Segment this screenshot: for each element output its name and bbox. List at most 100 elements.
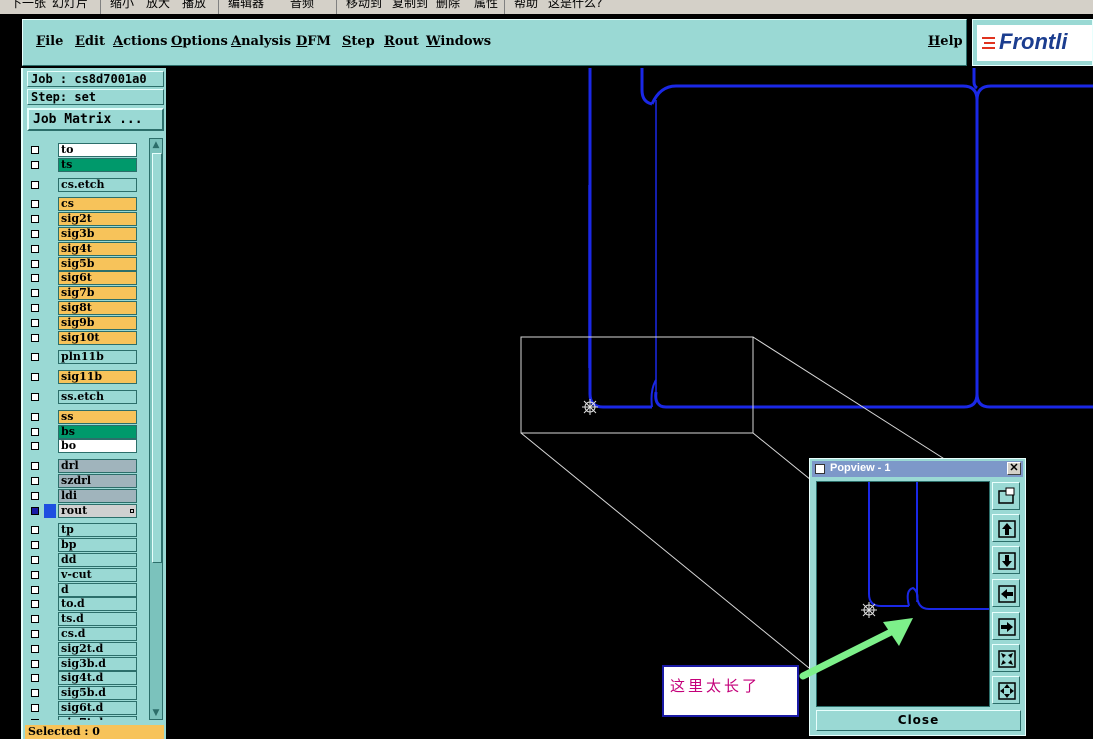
layer-row[interactable]: sig7b — [26, 286, 139, 301]
layer-row[interactable]: cs.etch — [26, 177, 139, 192]
menu-edit[interactable]: Edit — [75, 34, 105, 49]
layer-row[interactable]: sig2t.d — [26, 641, 139, 656]
layer-checkbox[interactable] — [31, 373, 39, 382]
menu-file[interactable]: File — [36, 34, 63, 49]
layer-name[interactable]: pln11b — [58, 350, 137, 365]
layer-checkbox[interactable] — [31, 180, 39, 189]
layer-row[interactable]: cs.d — [26, 627, 139, 641]
layer-name[interactable]: sig8t — [58, 301, 137, 315]
viewer-toolbar-item[interactable]: 删除 — [436, 0, 460, 11]
layer-checkbox[interactable] — [31, 585, 39, 594]
popview-titlebar[interactable]: Popview - 1 ✕ — [812, 461, 1023, 477]
layer-affected-marker[interactable] — [44, 503, 56, 518]
menu-step[interactable]: Step — [342, 34, 375, 49]
layer-row[interactable]: sig3b — [26, 227, 139, 241]
layer-row[interactable]: rout — [26, 503, 139, 518]
layer-name[interactable]: sig2t — [58, 212, 137, 227]
layer-name[interactable]: sig4t — [58, 241, 137, 256]
viewer-toolbar-item[interactable]: 这是什么? — [548, 0, 602, 11]
layer-checkbox[interactable] — [31, 541, 39, 550]
layer-name[interactable]: cs.etch — [58, 177, 137, 192]
layer-row[interactable]: ss — [26, 409, 139, 424]
layer-checkbox[interactable] — [31, 304, 39, 312]
zoom-fit-button[interactable] — [992, 676, 1020, 704]
layer-checkbox[interactable] — [31, 200, 39, 209]
layer-row[interactable]: pln11b — [26, 350, 139, 365]
layer-row[interactable]: bo — [26, 439, 139, 454]
layer-row[interactable]: ss.etch — [26, 390, 139, 404]
viewer-toolbar-item[interactable]: 放大 — [146, 0, 170, 11]
layer-checkbox[interactable] — [31, 704, 39, 712]
layer-row[interactable]: v-cut — [26, 567, 139, 582]
viewer-toolbar-item[interactable]: 移动到 — [346, 0, 382, 11]
layer-checkbox[interactable] — [31, 333, 39, 342]
layer-name[interactable]: szdrl — [58, 474, 137, 488]
pan-up-button[interactable] — [992, 514, 1020, 542]
layer-row[interactable]: sig3b.d — [26, 656, 139, 671]
layer-checkbox[interactable] — [31, 674, 39, 683]
layer-name[interactable]: sig7t.d — [58, 715, 137, 720]
layer-name[interactable]: sig4t.d — [58, 671, 137, 686]
layer-checkbox[interactable] — [31, 259, 39, 268]
layer-name[interactable]: sig9b — [58, 315, 137, 330]
viewer-toolbar-item[interactable]: 复制到 — [392, 0, 428, 11]
layer-row[interactable]: ts — [26, 157, 139, 172]
layer-row[interactable]: sig11b — [26, 370, 139, 385]
layer-name[interactable]: tp — [58, 523, 137, 538]
layer-name[interactable]: rout — [58, 503, 137, 518]
layer-checkbox[interactable] — [31, 506, 39, 515]
popview-close-button[interactable]: Close — [816, 710, 1021, 731]
layer-checkbox[interactable] — [31, 718, 39, 720]
layer-row[interactable]: dd — [26, 553, 139, 567]
layer-name[interactable]: ldi — [58, 488, 137, 503]
scroll-down-arrow-icon[interactable]: ▼ — [151, 707, 161, 719]
scroll-up-arrow-icon[interactable]: ▲ — [151, 139, 161, 151]
menu-analysis[interactable]: Analysis — [231, 34, 291, 49]
layer-name[interactable]: sig10t — [58, 330, 137, 345]
pan-left-button[interactable] — [992, 579, 1020, 607]
layer-row[interactable]: sig6t — [26, 271, 139, 286]
job-matrix-button[interactable]: Job Matrix ... — [27, 108, 164, 131]
pan-down-button[interactable] — [992, 546, 1020, 574]
layer-name[interactable]: ss.etch — [58, 390, 137, 404]
layer-row[interactable]: sig8t — [26, 301, 139, 315]
layer-row[interactable]: cs — [26, 197, 139, 212]
layer-checkbox[interactable] — [31, 274, 39, 283]
layer-row[interactable]: sig7t.d — [26, 715, 139, 720]
layer-checkbox[interactable] — [31, 146, 39, 154]
close-icon[interactable]: ✕ — [1007, 462, 1021, 475]
layer-checkbox[interactable] — [31, 477, 39, 485]
layer-row[interactable]: sig9b — [26, 315, 139, 330]
layer-checkbox[interactable] — [31, 462, 39, 471]
layer-name[interactable]: sig5b.d — [58, 686, 137, 701]
layer-name[interactable]: ts — [58, 157, 137, 172]
layer-name[interactable]: bo — [58, 439, 137, 454]
layer-name[interactable]: sig6t — [58, 271, 137, 286]
layer-row[interactable]: sig4t.d — [26, 671, 139, 686]
layer-checkbox[interactable] — [31, 491, 39, 500]
menu-help[interactable]: Help — [928, 34, 963, 49]
layer-name[interactable]: ts.d — [58, 612, 137, 627]
menu-dfm[interactable]: DFM — [296, 34, 331, 49]
layer-row[interactable]: bs — [26, 424, 139, 439]
viewer-toolbar-item[interactable]: 音频 — [290, 0, 314, 11]
layer-checkbox[interactable] — [31, 659, 39, 668]
viewer-toolbar-item[interactable]: 编辑器 — [228, 0, 264, 11]
layer-name[interactable]: sig5b — [58, 256, 137, 271]
scroll-thumb[interactable] — [152, 153, 162, 563]
layer-name[interactable]: sig2t.d — [58, 641, 137, 656]
layer-checkbox[interactable] — [31, 244, 39, 253]
viewer-toolbar-item[interactable]: 下一张 — [10, 0, 46, 11]
layer-name[interactable]: to.d — [58, 597, 137, 612]
layer-row[interactable]: sig4t — [26, 241, 139, 256]
layer-checkbox[interactable] — [31, 644, 39, 653]
layer-checkbox[interactable] — [31, 556, 39, 564]
layer-name[interactable]: sig3b — [58, 227, 137, 241]
layer-name[interactable]: cs.d — [58, 627, 137, 641]
layer-row[interactable]: sig5b — [26, 256, 139, 271]
viewer-toolbar-item[interactable]: 帮助 — [514, 0, 538, 11]
layer-row[interactable]: szdrl — [26, 474, 139, 488]
menu-rout[interactable]: Rout — [384, 34, 419, 49]
layer-row[interactable]: ldi — [26, 488, 139, 503]
layer-checkbox[interactable] — [31, 412, 39, 421]
